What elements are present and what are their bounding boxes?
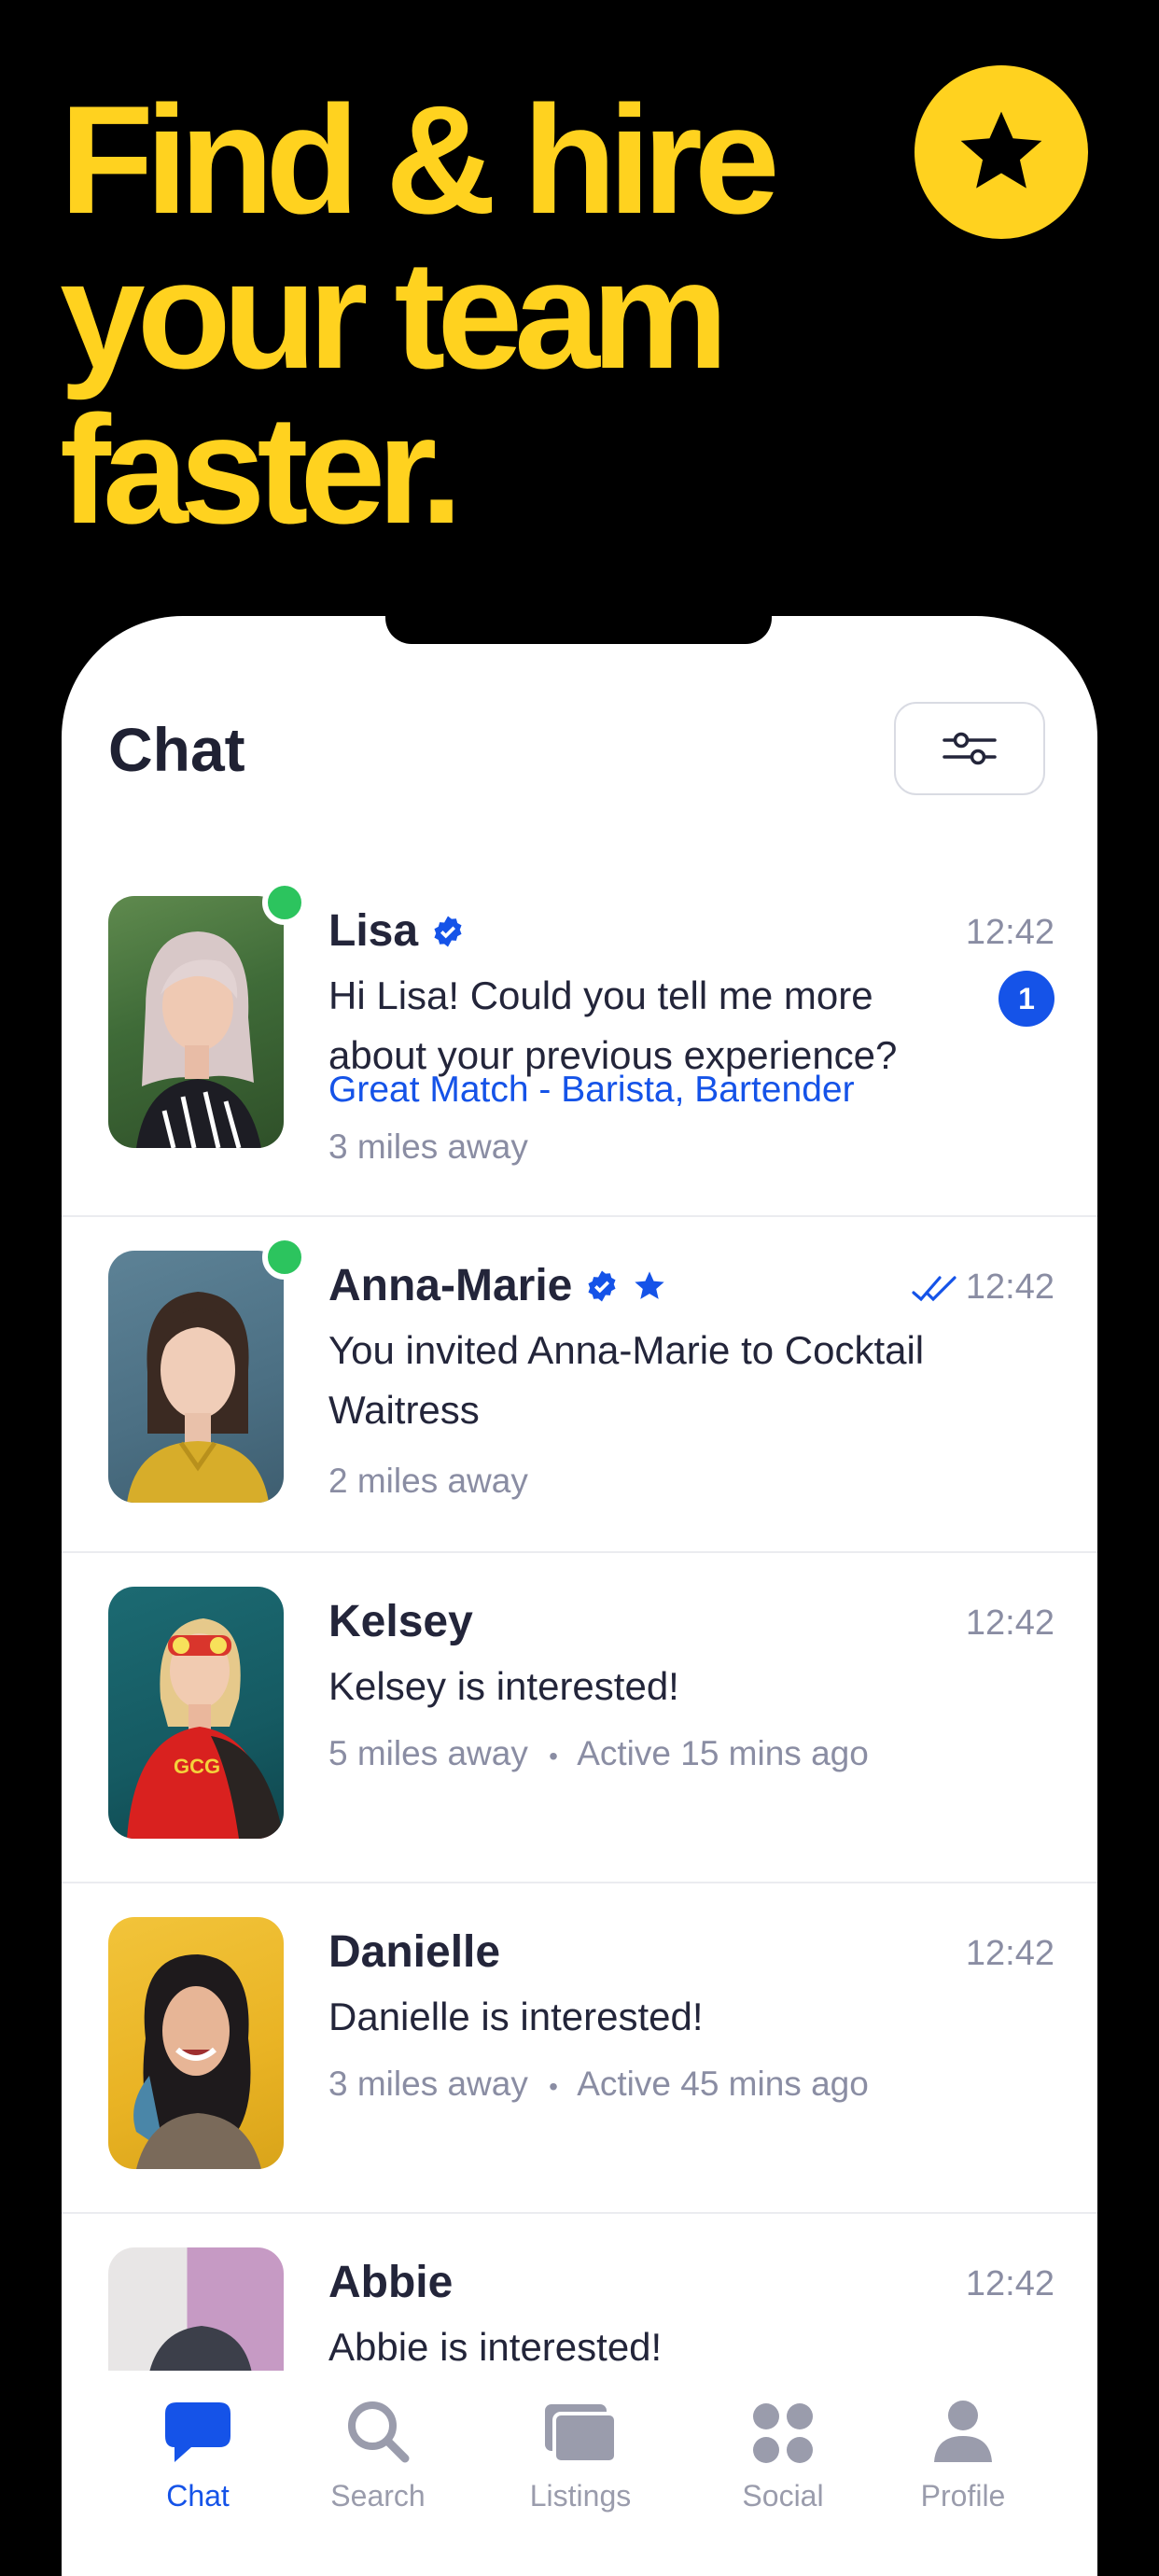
- star-badge-icon: [915, 65, 1088, 239]
- tab-label: Chat: [166, 2479, 230, 2513]
- activity-text: Active 15 mins ago: [577, 1734, 869, 1772]
- tab-label: Social: [742, 2479, 824, 2513]
- chat-row-anna-marie[interactable]: Anna-Marie 12:42 You invited Anna-Marie …: [62, 1217, 1097, 1553]
- message-time: 12:42: [966, 2264, 1054, 2304]
- headline-line: faster.: [60, 384, 463, 555]
- contact-name-text: Abbie: [328, 2258, 454, 2307]
- contact-name-text: Danielle: [328, 1927, 501, 1977]
- chat-bubble-icon: [165, 2402, 230, 2462]
- chat-row-danielle[interactable]: Danielle 12:42 Danielle is interested! 3…: [62, 1883, 1097, 2214]
- verified-badge-icon: [588, 1270, 616, 1301]
- distance-text: 3 miles away: [328, 2065, 528, 2103]
- chat-row-lisa[interactable]: Lisa 12:42 Hi Lisa! Could you tell me mo…: [62, 840, 1097, 1217]
- verified-badge-icon: [434, 916, 462, 946]
- contact-name: Abbie: [328, 2257, 453, 2308]
- message-time: 12:42: [966, 1603, 1054, 1644]
- message-time: 12:42: [966, 913, 1054, 953]
- filter-sliders-icon: [943, 732, 997, 765]
- listings-icon: [545, 2404, 618, 2464]
- phone-notch: [385, 616, 772, 644]
- distance-text: 2 miles away: [328, 1462, 528, 1500]
- time-text: 12:42: [965, 1267, 1054, 1307]
- tab-profile[interactable]: Profile: [879, 2371, 1047, 2513]
- contact-name: Kelsey: [328, 1596, 473, 1647]
- avatar: GCG: [108, 1587, 284, 1839]
- tab-listings[interactable]: Listings: [496, 2371, 664, 2513]
- phone-screen: Chat Lisa 12:42 Hi Lisa! Could you tell …: [62, 616, 1097, 2576]
- page-title: Chat: [108, 715, 245, 784]
- unread-badge: 1: [998, 971, 1054, 1027]
- tab-chat[interactable]: Chat: [114, 2371, 282, 2513]
- profile-icon: [934, 2401, 992, 2462]
- social-grid-icon: [753, 2403, 813, 2463]
- distance-text: 5 miles away: [328, 1734, 528, 1772]
- contact-name: Anna-Marie: [328, 1260, 667, 1311]
- separator-dot: •: [549, 1742, 558, 1771]
- last-message: Hi Lisa! Could you tell me more about yo…: [328, 973, 898, 1077]
- double-check-icon: [912, 1275, 957, 1301]
- headline-line: your team: [60, 229, 729, 400]
- tab-label: Listings: [529, 2479, 632, 2513]
- contact-name: Lisa: [328, 905, 465, 957]
- activity-text: Active 45 mins ago: [577, 2065, 869, 2103]
- online-indicator: [262, 880, 307, 925]
- tab-label: Search: [330, 2479, 426, 2513]
- tab-label: Profile: [920, 2479, 1006, 2513]
- match-label[interactable]: Great Match - Barista, Bartender: [328, 1070, 855, 1111]
- last-message: You invited Anna-Marie to Cocktail Waitr…: [328, 1328, 925, 1432]
- last-message: Danielle is interested!: [328, 1995, 704, 2038]
- distance-text: 3 miles away: [328, 1127, 528, 1166]
- message-time: 12:42: [966, 1934, 1054, 1974]
- avatar: [108, 1917, 284, 2169]
- tab-social[interactable]: Social: [699, 2371, 867, 2513]
- star-icon: [635, 1270, 665, 1299]
- chat-row-kelsey[interactable]: GCG Kelsey 12:42 Kelsey is interested! 5…: [62, 1553, 1097, 1883]
- distance-activity: 5 miles away • Active 15 mins ago: [328, 1734, 869, 1773]
- time-text: 12:42: [965, 2264, 1054, 2303]
- last-message: Kelsey is interested!: [328, 1664, 679, 1708]
- promo-headline: Find & hire your team faster.: [60, 82, 900, 547]
- time-text: 12:42: [965, 1603, 1054, 1643]
- online-indicator: [262, 1235, 307, 1280]
- separator-dot: •: [549, 2072, 558, 2101]
- headline-line: Find & hire: [60, 74, 780, 245]
- distance-activity: 3 miles away • Active 45 mins ago: [328, 2065, 869, 2104]
- bottom-tab-bar: Chat Search Listings Social Profile: [62, 2371, 1097, 2576]
- last-message: Abbie is interested!: [328, 2325, 663, 2369]
- contact-name-text: Kelsey: [328, 1597, 473, 1646]
- search-icon: [348, 2401, 410, 2463]
- time-text: 12:42: [965, 1934, 1054, 1973]
- filter-button[interactable]: [894, 702, 1045, 795]
- time-text: 12:42: [965, 913, 1054, 952]
- contact-name: Danielle: [328, 1926, 500, 1978]
- avatar: [108, 1251, 284, 1503]
- message-time: 12:42: [912, 1267, 1054, 1308]
- tab-search[interactable]: Search: [294, 2371, 462, 2513]
- avatar: [108, 896, 284, 1148]
- contact-name-text: Anna-Marie: [328, 1261, 573, 1310]
- contact-name-text: Lisa: [328, 906, 419, 956]
- svg-text:GCG: GCG: [174, 1755, 220, 1778]
